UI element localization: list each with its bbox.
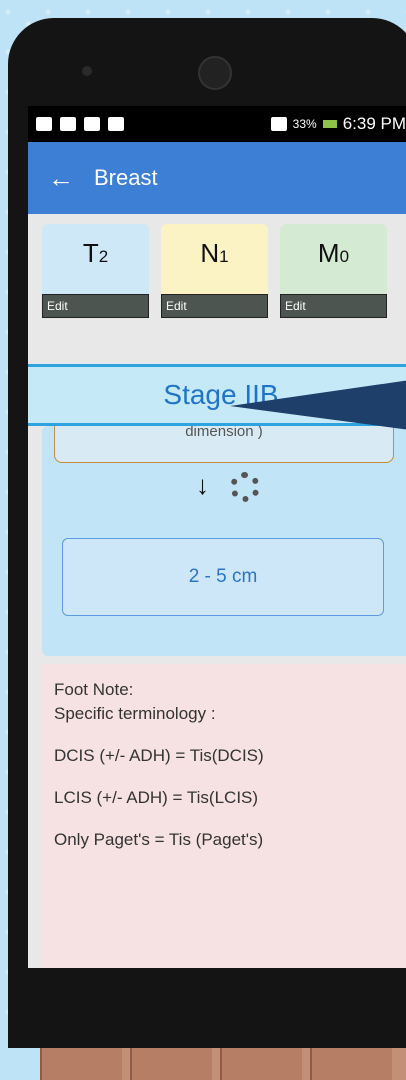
battery-percent: 33% [292,117,317,131]
mail-icon [60,117,76,131]
tnm-card-m: M0 Edit [280,224,387,318]
status-right: 33% 6:39 PM [270,114,406,134]
speaker [198,56,232,90]
clock: 6:39 PM [342,114,406,133]
tnm-value: M0 [317,238,350,268]
footnote-panel: Foot Note: Specific terminology : DCIS (… [42,664,406,968]
edit-m-button[interactable]: Edit [280,294,387,318]
camera [82,66,92,76]
refresh-icon[interactable] [230,472,260,502]
arrow-left-icon[interactable]: ← [48,163,74,194]
edit-t-button[interactable]: Edit [42,294,149,318]
wifi-icon [84,117,100,131]
tnm-card-n: N1 Edit [161,224,268,318]
signal-icon [270,117,287,131]
page-title: Breast [94,165,158,190]
footnote-subtitle: Specific terminology : [54,704,216,723]
edit-n-button[interactable]: Edit [161,294,268,318]
arrow-down-icon: ↓ [196,470,209,500]
app-bar: ← Breast [28,142,406,214]
result-option-box[interactable]: 2 - 5 cm [62,538,384,616]
image-icon [108,117,124,131]
callout-pointer [230,380,406,430]
tnm-value: T2 [82,238,109,268]
phone-screen: 33% 6:39 PM ← Breast T2 Edit N1 Edit M0 … [28,106,406,968]
status-bar: 33% 6:39 PM [28,106,406,142]
footnote-title: Foot Note: [54,680,134,699]
footnote-line: Only Paget's = Tis (Paget's) [54,830,264,849]
battery-icon [322,120,337,128]
phone-frame: 33% 6:39 PM ← Breast T2 Edit N1 Edit M0 … [8,18,406,1048]
tnm-row: T2 Edit N1 Edit M0 Edit [28,214,406,318]
notification-icons [36,117,124,131]
footnote-line: DCIS (+/- ADH) = Tis(DCIS) [54,746,264,765]
flow-panel: dimension ) ↓ 2 - 5 cm [42,426,406,656]
footnote-line: LCIS (+/- ADH) = Tis(LCIS) [54,788,259,807]
tnm-value: N1 [200,238,229,268]
add-icon [36,117,52,131]
previous-option-box[interactable]: dimension ) [54,426,394,463]
tnm-card-t: T2 Edit [42,224,149,318]
